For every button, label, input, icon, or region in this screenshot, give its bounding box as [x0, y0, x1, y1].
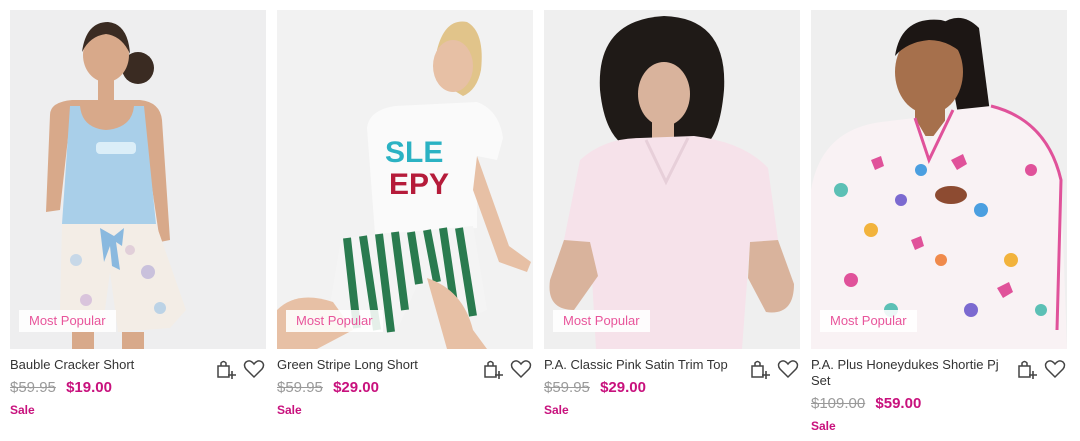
product-name[interactable]: Bauble Cracker Short: [10, 357, 198, 373]
most-popular-badge: Most Popular: [820, 310, 917, 332]
product-image[interactable]: Most Popular: [10, 10, 266, 349]
price-row: $59.95 $29.00: [277, 378, 533, 398]
add-to-bag-icon[interactable]: [481, 357, 505, 381]
add-to-bag-icon[interactable]: [214, 357, 238, 381]
product-info: Green Stripe Long Short $59.95 $29.00 Sa…: [277, 349, 533, 418]
sale-price: $19.00: [66, 379, 112, 396]
most-popular-badge: Most Popular: [19, 310, 116, 332]
product-card[interactable]: Most Popular P.A. Classic Pink Satin Tri…: [544, 10, 800, 418]
product-card[interactable]: Most Popular Bauble Cracker Short $59.95…: [10, 10, 266, 418]
original-price: $59.95: [277, 379, 323, 396]
sale-label: Sale: [277, 403, 302, 417]
price-row: $109.00 $59.00: [811, 394, 1067, 414]
sale-price: $29.00: [600, 379, 646, 396]
product-name[interactable]: P.A. Classic Pink Satin Trim Top: [544, 357, 732, 373]
product-actions: [214, 357, 266, 381]
product-grid: Most Popular Bauble Cracker Short $59.95…: [0, 0, 1080, 441]
add-to-bag-icon[interactable]: [748, 357, 772, 381]
product-info: P.A. Plus Honeydukes Shortie Pj Set $109…: [811, 349, 1067, 434]
most-popular-badge: Most Popular: [553, 310, 650, 332]
shirt-print-line1: SLE: [385, 136, 443, 169]
add-to-bag-icon[interactable]: [1015, 357, 1039, 381]
product-image[interactable]: Most Popular: [544, 10, 800, 349]
sale-label: Sale: [10, 403, 35, 417]
original-price: $109.00: [811, 395, 866, 412]
product-actions: [1015, 357, 1067, 381]
shirt-print-line2: EPY: [389, 168, 449, 201]
product-actions: [481, 357, 533, 381]
product-photo-illustration: SLE EPY: [277, 10, 533, 349]
product-photo-illustration: [544, 10, 800, 349]
sale-label: Sale: [544, 403, 569, 417]
heart-icon[interactable]: [242, 357, 266, 381]
product-image[interactable]: SLE EPY Most Popular: [277, 10, 533, 349]
heart-icon[interactable]: [1043, 357, 1067, 381]
sale-label: Sale: [811, 419, 836, 433]
product-photo-illustration: [10, 10, 266, 349]
product-photo-illustration: [811, 10, 1067, 349]
price-row: $59.95 $19.00: [10, 378, 266, 398]
most-popular-badge: Most Popular: [286, 310, 383, 332]
product-card[interactable]: SLE EPY Most Popular Green Stripe Long S…: [277, 10, 533, 418]
product-name[interactable]: P.A. Plus Honeydukes Shortie Pj Set: [811, 357, 999, 389]
original-price: $59.95: [544, 379, 590, 396]
product-name[interactable]: Green Stripe Long Short: [277, 357, 465, 373]
product-info: Bauble Cracker Short $59.95 $19.00 Sale: [10, 349, 266, 418]
price-row: $59.95 $29.00: [544, 378, 800, 398]
product-actions: [748, 357, 800, 381]
product-image[interactable]: Most Popular: [811, 10, 1067, 349]
heart-icon[interactable]: [509, 357, 533, 381]
product-card[interactable]: Most Popular P.A. Plus Honeydukes Shorti…: [811, 10, 1067, 434]
sale-price: $29.00: [333, 379, 379, 396]
original-price: $59.95: [10, 379, 56, 396]
sale-price: $59.00: [875, 395, 922, 412]
product-info: P.A. Classic Pink Satin Trim Top $59.95 …: [544, 349, 800, 418]
heart-icon[interactable]: [776, 357, 800, 381]
